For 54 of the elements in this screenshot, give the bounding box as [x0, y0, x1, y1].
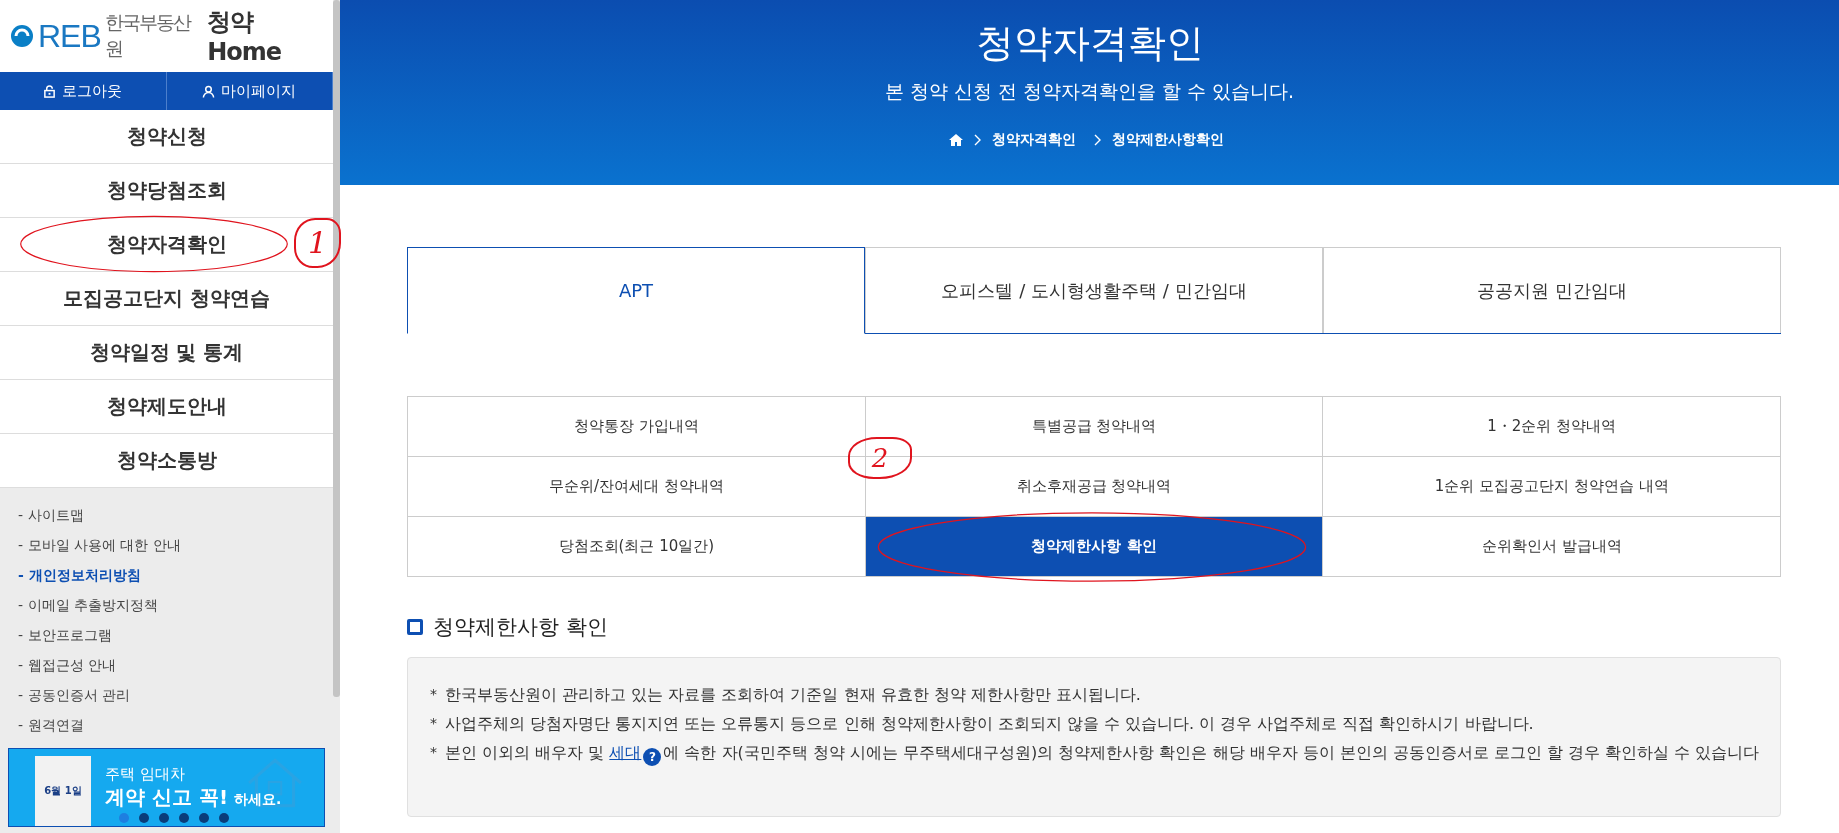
footer-link[interactable]: - 사이트맵 [0, 500, 333, 530]
chevron-icon [1093, 134, 1102, 146]
menu-item[interactable]: 청약당첨조회 [106, 177, 227, 204]
bullet-mark: * [430, 685, 437, 704]
tab[interactable]: 오피스텔 / 도시형생활주택 / 민간임대 [865, 247, 1323, 333]
carousel-dot[interactable] [219, 813, 229, 823]
annotation-number: 2 [847, 437, 913, 479]
carousel-dot[interactable] [179, 813, 189, 823]
menu-item[interactable]: 청약소통방 [116, 447, 217, 474]
logo-text: 한국부동산원 [104, 10, 192, 61]
menu-item[interactable]: 청약제도안내 [106, 393, 227, 420]
tab[interactable]: 공공지원 민간임대 [1323, 247, 1781, 333]
tab[interactable]: APT [407, 247, 865, 334]
carousel-dot[interactable] [139, 813, 149, 823]
breadcrumb-link[interactable]: 청약제한사항확인 [1111, 131, 1224, 149]
person-icon [202, 84, 216, 98]
footer-link[interactable]: - 보안프로그램 [0, 620, 333, 650]
help-icon[interactable]: ? [643, 748, 662, 766]
banner-text: 주택 임대차 [105, 764, 186, 784]
notice-text: 한국부동산원이 관리하고 있는 자료를 조회하여 기준일 현재 유효한 청약 제한사항만 표시됩니다. [445, 684, 1141, 706]
banner-headline: 계약 신고 꼭! [105, 783, 229, 811]
menu-tile[interactable]: 청약제한사항 확인 [865, 517, 1323, 576]
page-title: 청약자격확인 [975, 20, 1204, 67]
footer-link[interactable]: - 원격연결 [0, 710, 333, 740]
carousel-dot[interactable] [159, 813, 169, 823]
footer-link[interactable]: - 개인정보처리방침 [0, 560, 333, 590]
breadcrumb-link[interactable]: 청약자격확인 [991, 131, 1076, 149]
footer-link[interactable]: - 이메일 추출방지정책 [0, 590, 333, 620]
scrollbar[interactable] [333, 0, 340, 697]
logo-icon [10, 24, 34, 48]
footer-link[interactable]: - 웹접근성 안내 [0, 650, 333, 680]
carousel-dot[interactable] [199, 813, 209, 823]
banner-text: 6월 1일 [44, 784, 82, 798]
lock-icon [43, 84, 57, 98]
banner-text: 하세요. [234, 790, 282, 809]
page-subtitle: 본 청약 신청 전 청약자격확인을 할 수 있습니다. [884, 79, 1295, 104]
help-link[interactable]: 세대 [609, 743, 642, 762]
home-icon [947, 133, 964, 147]
promo-banner[interactable]: 6월 1일 주택 임대차 계약 신고 꼭! 하세요. [8, 748, 325, 827]
carousel-dot[interactable] [119, 813, 129, 823]
footer-link[interactable]: - 공동인증서 관리 [0, 680, 333, 710]
menu-item[interactable]: 청약일정 및 통계 [89, 339, 244, 366]
section-title: 청약제한사항 확인 [433, 614, 608, 641]
logo-text: 청약 Home [207, 7, 283, 66]
bullet-mark: * [430, 743, 437, 762]
chevron-icon [973, 134, 982, 146]
notice-text: 본인 이외의 배우자 및 세대 ? 에 속한 자(국민주택 청약 시에는 무주택세대구성원)의 청약제한사항 확인은 해당 배우자 등이 본인의 공동인증서로 로그인 할 경우 확인하실 수 있습니다 [445, 742, 1760, 766]
footer-link[interactable]: - 모바일 사용에 대한 안내 [0, 530, 333, 560]
menu-item[interactable]: 모집공고단지 청약연습 [63, 285, 270, 312]
square-bullet-icon [407, 619, 423, 635]
logo-text: REB [38, 17, 101, 55]
menu-item[interactable]: 청약신청 [126, 123, 207, 150]
notice-text: 사업주체의 당첨자명단 통지지연 또는 오류통지 등으로 인해 청약제한사항이 조회되지 않을 수 있습니다. 이 경우 사업주체로 직접 확인하시기 바랍니다. [445, 713, 1534, 735]
bullet-mark: * [430, 714, 437, 733]
